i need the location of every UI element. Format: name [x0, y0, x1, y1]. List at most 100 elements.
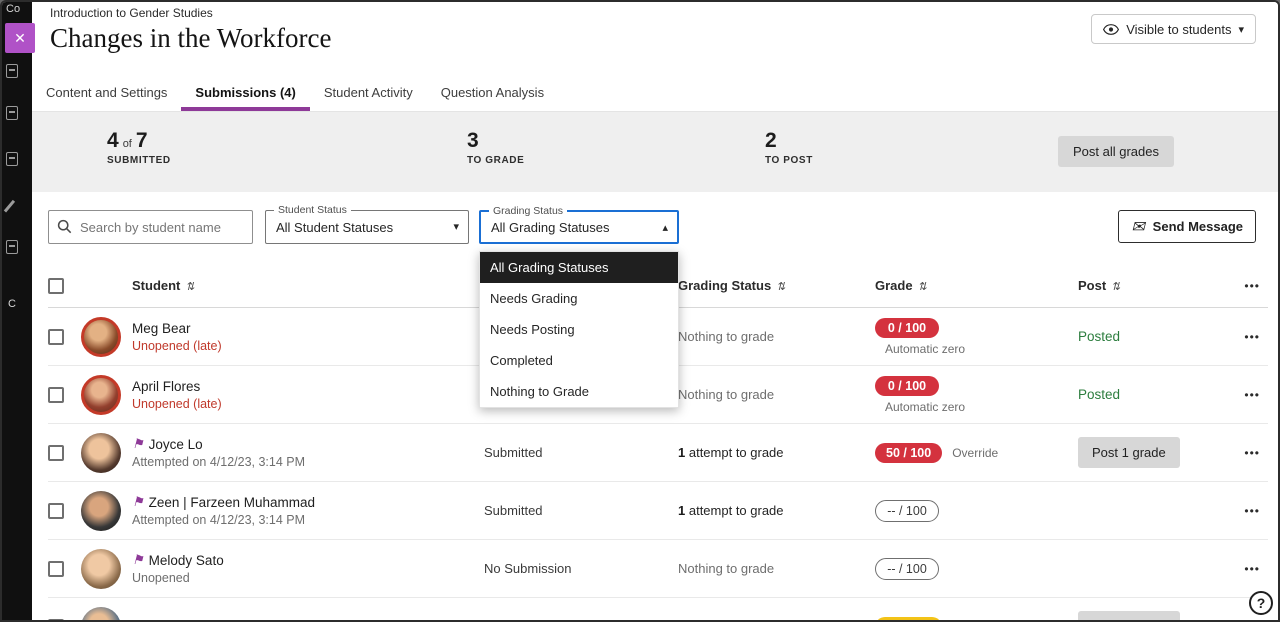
student-status-cell: Submitted [484, 619, 678, 620]
tab-question-analysis[interactable]: Question Analysis [427, 74, 558, 111]
send-message-button[interactable]: Send Message [1118, 210, 1256, 243]
student-status-cell: Submitted [484, 503, 678, 518]
row-checkbox[interactable] [48, 445, 64, 461]
row-menu-button[interactable] [1236, 441, 1268, 464]
student-name[interactable]: April Flores [132, 379, 484, 394]
grade-pill[interactable]: 70 / 100 [875, 617, 942, 621]
grading-status-cell: Nothing to grade [678, 329, 875, 344]
table-row: Joyce Lo Attempted on 4/12/23, 3:14 PM S… [48, 424, 1268, 482]
grade-cell: 0 / 100 Automatic zero [875, 318, 1078, 356]
to-post-count: 2 [765, 129, 777, 153]
grade-pill[interactable]: -- / 100 [875, 558, 939, 580]
flag-icon [132, 494, 144, 510]
mail-icon [1131, 217, 1144, 237]
grading-status-select[interactable]: Grading Status All Grading Statuses [479, 210, 679, 244]
close-panel-button[interactable] [5, 23, 35, 53]
row-menu-button[interactable] [1236, 499, 1268, 522]
avatar [81, 375, 121, 415]
sort-icon [918, 278, 927, 293]
posted-label: Posted [1078, 329, 1120, 344]
student-search [48, 210, 253, 244]
student-name[interactable]: Melody Sato [132, 552, 484, 568]
submission-detail: Attempted on 4/12/23, 3:14 PM [132, 513, 484, 527]
send-message-label: Send Message [1153, 219, 1243, 234]
column-student[interactable]: Student [132, 278, 484, 293]
grade-cell: -- / 100 [875, 500, 1078, 522]
post-all-grades-button[interactable]: Post all grades [1058, 136, 1174, 167]
row-checkbox[interactable] [48, 387, 64, 403]
submitted-label: SUBMITTED [107, 155, 171, 166]
student-name[interactable]: Zeen | Farzeen Muhammad [132, 494, 484, 510]
panel-pencil-icon [4, 200, 15, 212]
sort-icon [1111, 278, 1120, 293]
visibility-dropdown[interactable]: Visible to students [1091, 14, 1256, 44]
post-grade-button[interactable]: Post 1 grade [1078, 437, 1180, 468]
column-grading-status[interactable]: Grading Status [678, 278, 875, 293]
posted-label: Posted [1078, 387, 1120, 402]
grading-status-menu: All Grading Statuses Needs Grading Needs… [479, 251, 679, 408]
to-grade-count: 3 [467, 129, 479, 153]
post-cell: Posted [1078, 386, 1228, 404]
table-header-menu-button[interactable] [1236, 274, 1268, 297]
tab-content-and-settings[interactable]: Content and Settings [32, 74, 181, 111]
row-menu-button[interactable] [1236, 325, 1268, 348]
table-row: Zeen | Farzeen Muhammad Attempted on 4/1… [48, 482, 1268, 540]
grade-cell: 50 / 100 Override [875, 443, 1078, 463]
column-grade[interactable]: Grade [875, 278, 1078, 293]
student-status-select[interactable]: Student Status All Student Statuses [265, 210, 469, 244]
grade-pill[interactable]: 0 / 100 [875, 376, 939, 396]
flag-icon [132, 436, 144, 452]
grade-pill[interactable]: -- / 100 [875, 500, 939, 522]
select-all-checkbox[interactable] [48, 278, 64, 294]
row-checkbox[interactable] [48, 503, 64, 519]
stats-bar: 4 of 7 SUBMITTED 3 TO GRADE 2 TO POST Po… [32, 112, 1278, 192]
menu-option-needs-grading[interactable]: Needs Grading [480, 283, 678, 314]
grade-pill[interactable]: 0 / 100 [875, 318, 939, 338]
menu-option-needs-posting[interactable]: Needs Posting [480, 314, 678, 345]
search-input[interactable] [48, 210, 253, 244]
row-menu-button[interactable] [1236, 557, 1268, 580]
menu-option-nothing-to-grade[interactable]: Nothing to Grade [480, 376, 678, 407]
grading-status-cell: 1 attempt to grade [678, 445, 875, 460]
table-row: Arden Tuomala Submitted Nothing to grade… [48, 598, 1268, 620]
grading-status-cell: Nothing to grade [678, 387, 875, 402]
help-button[interactable]: ? [1249, 591, 1273, 615]
panel-document-icon [6, 106, 18, 120]
student-name[interactable]: Meg Bear [132, 321, 484, 336]
row-checkbox[interactable] [48, 329, 64, 345]
row-checkbox[interactable] [48, 619, 64, 621]
menu-option-all-grading-statuses[interactable]: All Grading Statuses [480, 252, 678, 283]
post-grade-button[interactable]: Post 1 grade [1078, 611, 1180, 620]
post-cell: Posted [1078, 328, 1228, 346]
search-icon [57, 219, 72, 234]
grading-status-label: Grading Status [489, 205, 567, 217]
grade-cell: 0 / 100 Automatic zero [875, 376, 1078, 414]
student-name[interactable]: Arden Tuomala [132, 619, 484, 620]
row-checkbox[interactable] [48, 561, 64, 577]
tab-bar: Content and Settings Submissions (4) Stu… [32, 74, 1278, 112]
grading-status-cell: Nothing to grade [678, 619, 875, 620]
to-grade-label: TO GRADE [467, 155, 524, 166]
menu-option-completed[interactable]: Completed [480, 345, 678, 376]
student-status-cell: Submitted [484, 445, 678, 460]
submitted-total: 7 [136, 129, 148, 153]
avatar [81, 607, 121, 621]
submission-detail: Unopened (late) [132, 397, 484, 411]
column-post[interactable]: Post [1078, 278, 1228, 293]
app-window: Co C Introduction to Gender Studies Chan… [0, 0, 1280, 622]
row-menu-button[interactable] [1236, 615, 1268, 620]
to-post-label: TO POST [765, 155, 813, 166]
submission-detail: Unopened [132, 571, 484, 585]
tab-student-activity[interactable]: Student Activity [310, 74, 427, 111]
grade-cell: -- / 100 [875, 558, 1078, 580]
submitted-of: of [123, 138, 132, 150]
student-name[interactable]: Joyce Lo [132, 436, 484, 452]
tab-submissions[interactable]: Submissions (4) [181, 74, 309, 111]
grade-pill[interactable]: 50 / 100 [875, 443, 942, 463]
row-menu-button[interactable] [1236, 383, 1268, 406]
collapsed-side-panel: Co C [2, 2, 32, 620]
student-status-value: All Student Statuses [276, 220, 393, 235]
grading-status-cell: Nothing to grade [678, 561, 875, 576]
student-status-label: Student Status [274, 204, 351, 216]
post-cell: Post 1 grade [1078, 611, 1228, 620]
